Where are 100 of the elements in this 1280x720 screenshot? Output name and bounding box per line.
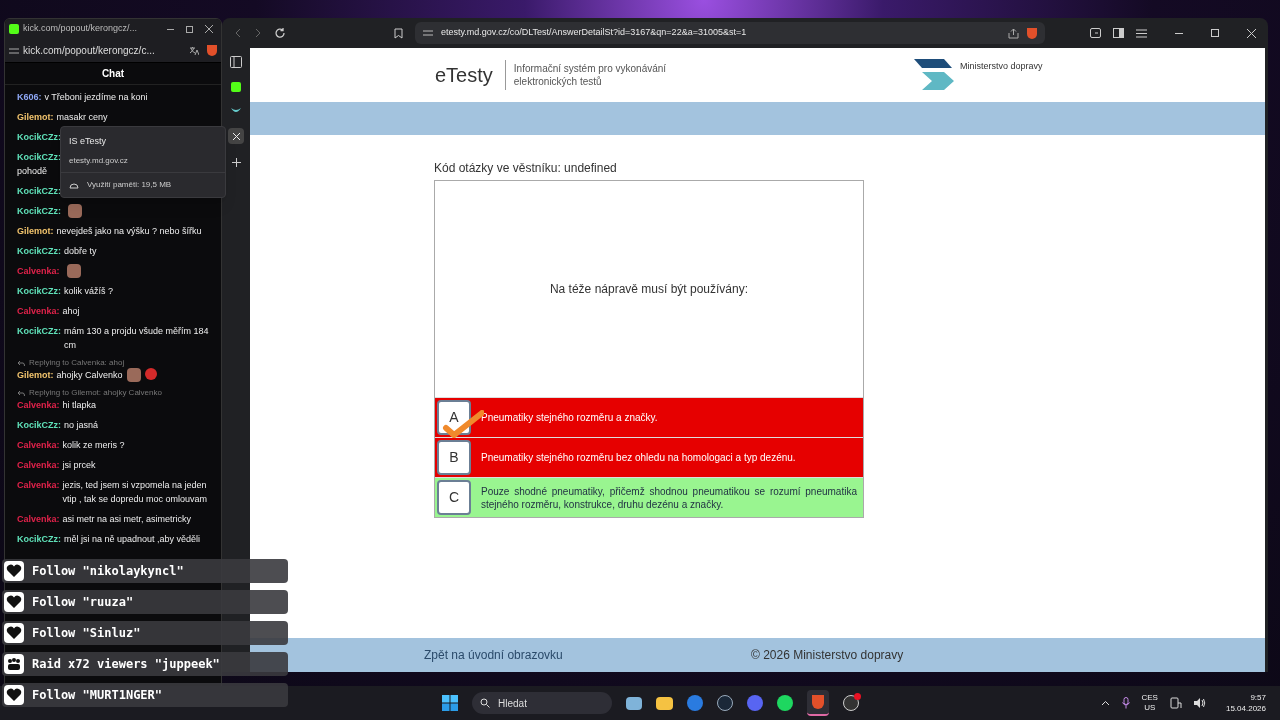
spotify-icon[interactable] [777,695,793,711]
answer-row[interactable]: B Pneumatiky stejného rozměru bez ohledu na homologaci a typ dezénu. [435,437,863,477]
close-icon[interactable] [205,25,213,33]
chat-username[interactable]: KocikCZz: [17,284,61,298]
site-icon [9,24,19,34]
chat-message: ahoj [62,305,80,318]
chat-message: masakr ceny [56,111,108,124]
chat-message: hi tlapka [62,399,97,412]
lion-icon[interactable] [207,45,217,56]
alert-text: Follow "ruuza" [32,594,134,611]
discord-icon[interactable] [747,695,763,711]
settings-icon[interactable] [9,46,19,55]
chat-message: jsi prcek [62,459,96,472]
microphone-icon[interactable] [1121,697,1130,709]
chat-username[interactable]: KocikCZz: [17,150,61,164]
chat-message: no jasná [64,419,99,432]
reload-icon[interactable] [274,27,286,39]
answer-row[interactable]: C Pouze shodné pneumatiky, přičemž shodnou pneumatikou se rozumí pneumatika stejného rozměru, konstrukce, druhu dezénu a značky. [435,477,863,517]
menu-icon[interactable] [1136,28,1147,38]
answer-text: Pneumatiky stejného rozměru bez ohledu na homologaci a typ dezénu. [481,451,797,465]
forward-icon[interactable] [254,28,262,38]
kick-app-icon[interactable] [231,82,241,92]
window-title: kick.com/popout/kerongcz/... [23,22,139,36]
answer-row[interactable]: A Pneumatiky stejného rozměru a značky. [435,397,863,437]
clock-date[interactable]: 15.04.2026 [1225,703,1266,714]
crescent-app-icon[interactable] [231,106,241,114]
input-language[interactable]: CES [1141,693,1158,703]
close-tab-button[interactable] [228,128,244,144]
add-icon[interactable] [231,158,241,167]
minimize-icon[interactable] [167,28,174,30]
reply-context: Replying to Gilemot: ahojky Calvenko [29,388,162,398]
folder-icon[interactable] [656,696,673,710]
bookmark-icon[interactable] [394,27,403,39]
back-to-home-link[interactable]: Zpět na úvodní obrazovku [424,646,751,664]
chat-message: pohodě [17,165,49,178]
chat-username[interactable]: KocikCZz: [17,244,61,258]
chat-header: Chat [5,63,221,85]
ministry-logo-icon [914,59,956,91]
windows-start-icon[interactable] [442,695,458,711]
maximize-icon[interactable] [1211,29,1219,37]
obs-icon[interactable] [843,695,859,711]
sidebar-icon[interactable] [1113,28,1124,38]
chat-message: měl jsi na ně upadnout ,aby věděli [64,533,201,546]
steam-icon[interactable] [717,695,733,711]
reply-context: Replying to Calvenka: ahoj [29,358,125,368]
network-icon[interactable] [1169,697,1182,709]
chat-message: v Třeboni jezdíme na koni [44,91,148,104]
chat-username[interactable]: KocikCZz: [17,418,61,432]
reply-icon [17,389,25,397]
chat-username[interactable]: KocikCZz: [17,532,61,546]
sidebar-panel-icon[interactable] [230,56,242,68]
widgets-icon[interactable] [626,696,642,710]
brand-subtitle: Informační systém pro vykonávání elektronických testů [512,62,668,88]
back-icon[interactable] [234,28,242,38]
minimize-icon[interactable] [1175,32,1183,34]
chat-username[interactable]: Calvenka: [17,478,60,492]
chat-message: kolik ze meris ? [62,439,125,452]
chat-username[interactable]: KocikCZz: [17,130,61,144]
brand-title: eTesty [435,60,506,90]
translate-icon[interactable] [189,45,199,56]
chat-username[interactable]: Calvenka: [17,398,60,412]
keyboard-layout[interactable]: US [1144,703,1156,713]
volume-icon[interactable] [1193,698,1206,708]
share-icon[interactable] [1008,27,1019,39]
chat-username[interactable]: Gilemot: [17,110,54,124]
close-icon[interactable] [1247,28,1256,38]
chat-username[interactable]: Gilemot: [17,368,54,382]
brave-browser-icon[interactable] [807,690,829,716]
question-code: Kód otázky ve věstníku: undefined [434,160,618,177]
chat-username[interactable]: Calvenka: [17,512,60,526]
reply-icon [17,359,25,367]
chat-username[interactable]: K606: [17,90,42,104]
chat-message: kolik vážíš ? [64,285,114,298]
chat-username[interactable]: Gilemot: [17,224,54,238]
chat-message: asi metr na asi metr, asimetricky [62,513,192,526]
chat-username[interactable]: Calvenka: [17,264,60,278]
copyright-text: © 2026 Ministerstvo dopravy [751,647,904,664]
chat-username[interactable]: KocikCZz: [17,184,61,198]
alert-text: Follow "MURT1NGER" [32,687,163,704]
heart-emote-icon [144,368,157,380]
chat-username[interactable]: Calvenka: [17,458,60,472]
lion-icon[interactable] [1027,27,1037,39]
taskbar-search-field[interactable]: Hledat [472,692,612,714]
alert-text: Follow "nikolaykyncl" [32,563,184,580]
address-bar[interactable]: etesty.md.gov.cz/co/DLTest/AnswerDetailSt?id=3167&qn=22&a=31005&st=1 [415,22,1045,44]
chat-username[interactable]: KocikCZz: [17,324,61,338]
answer-letter: B [437,440,471,475]
chevron-up-icon[interactable] [1100,700,1110,706]
wallet-icon[interactable] [1090,28,1101,38]
emote-placeholder [68,204,82,218]
site-settings-icon[interactable] [423,29,433,37]
chat-message: ahojky Calvenko [56,369,123,382]
chat-message: nevejdeš jako na výšku ? nebo šířku [56,225,202,238]
chat-username[interactable]: Calvenka: [17,304,60,318]
chat-username[interactable]: KocikCZz: [17,204,61,218]
clock-time[interactable]: 9:57 [1250,692,1266,703]
answer-text: Pouze shodné pneumatiky, přičemž shodnou pneumatikou se rozumí pneumatika stejného rozměru, konstrukce, druhu dezénu a značky. [481,484,858,512]
memory-usage: Využití paměti: 19,5 MB [87,179,172,191]
maximize-icon[interactable] [186,25,193,33]
chat-username[interactable]: Calvenka: [17,438,60,452]
